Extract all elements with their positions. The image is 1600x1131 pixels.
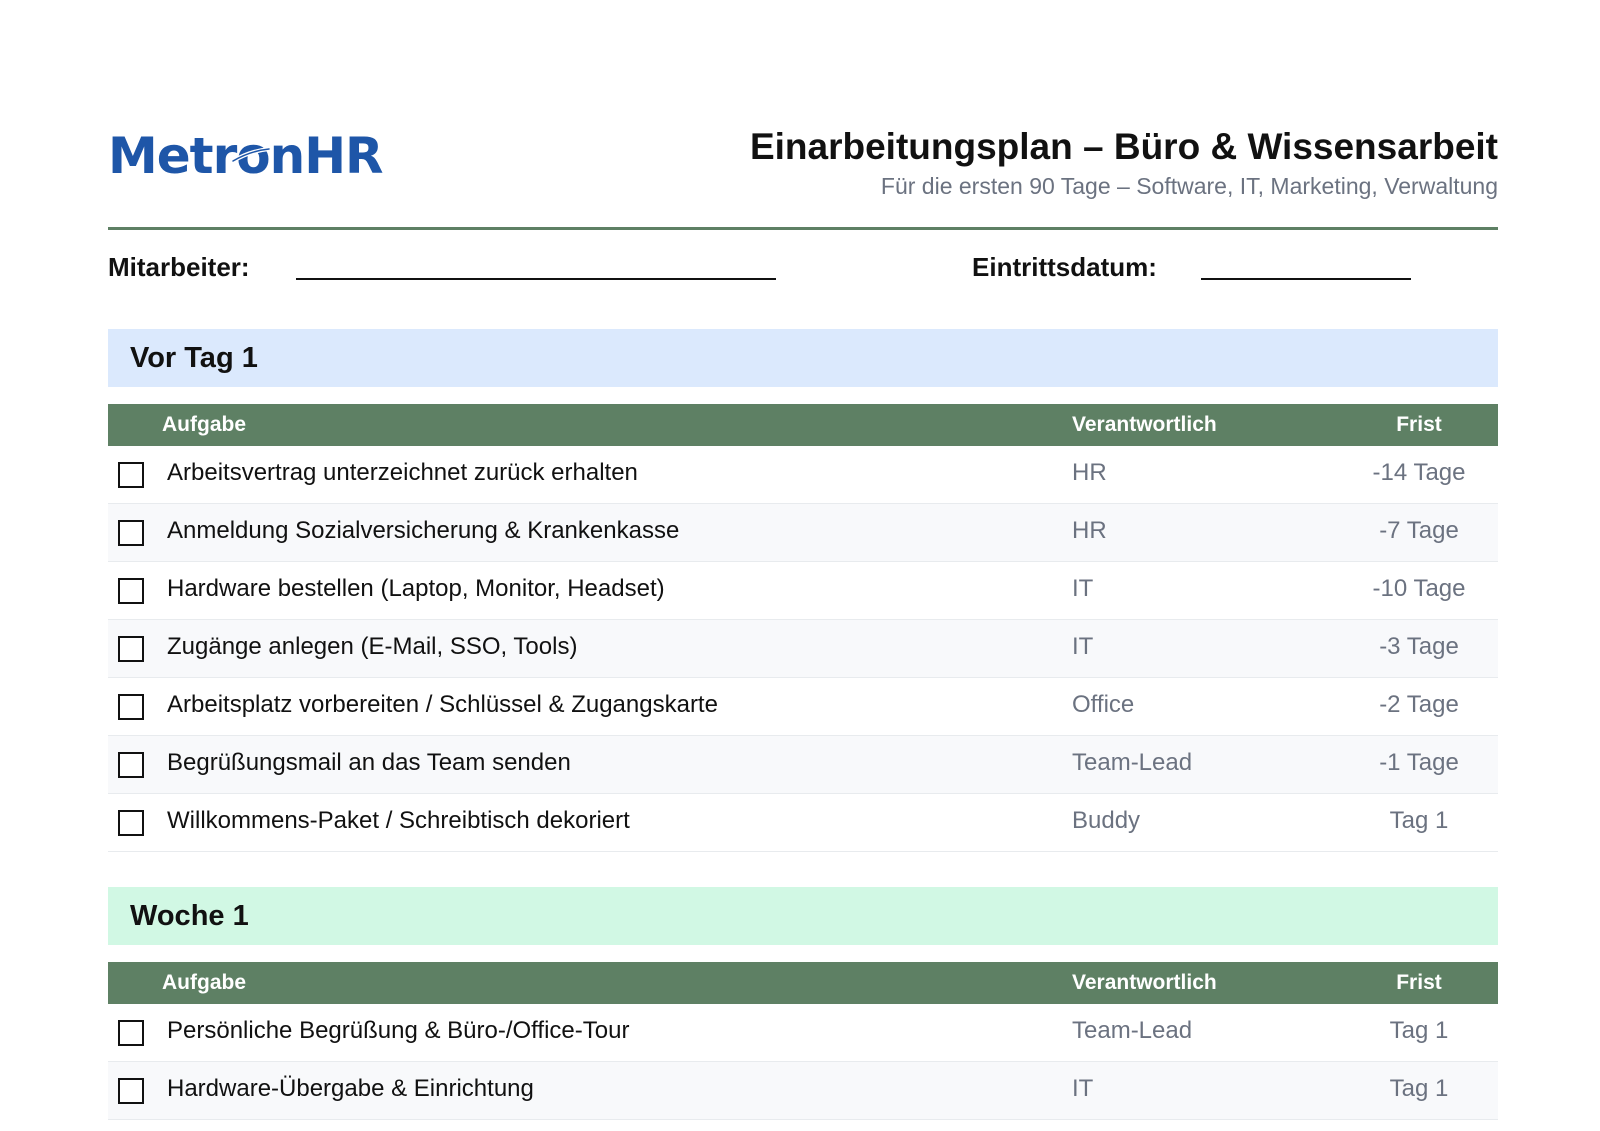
section-woche-1: Woche 1 Aufgabe Verantwortlich Frist Per… [108,887,1498,1120]
task-checkbox[interactable] [118,694,144,720]
section-vor-tag-1: Vor Tag 1 Aufgabe Verantwortlich Frist A… [108,329,1498,852]
task-checkbox[interactable] [118,752,144,778]
responsible-text: IT [1072,575,1094,602]
table-row: Hardware-Übergabe & Einrichtung IT Tag 1 [108,1062,1498,1120]
task-text: Zugänge anlegen (E-Mail, SSO, Tools) [167,633,578,660]
table-row: Persönliche Begrüßung & Büro-/Office-Tou… [108,1004,1498,1062]
start-date-label: Eintrittsdatum: [972,252,1157,282]
logo-o-with-swoosh: o [232,127,271,185]
logo-text-part-1: Metr [108,127,237,185]
employee-name-line[interactable] [296,278,776,280]
responsible-text: HR [1072,459,1107,486]
responsible-text: IT [1072,1075,1094,1102]
responsible-text: Office [1072,691,1135,718]
task-text: Persönliche Begrüßung & Büro-/Office-Tou… [167,1017,630,1044]
task-text: Arbeitsplatz vorbereiten / Schlüssel & Z… [167,691,718,718]
due-text: -3 Tage [1379,633,1459,660]
header-divider [108,227,1498,230]
table-header: Aufgabe Verantwortlich Frist [108,404,1498,446]
employee-label: Mitarbeiter: [108,252,250,282]
task-checkbox[interactable] [118,636,144,662]
task-checkbox[interactable] [118,810,144,836]
due-text: -2 Tage [1379,691,1459,718]
column-header-responsible: Verantwortlich [1072,971,1217,994]
column-header-responsible: Verantwortlich [1072,413,1217,436]
section-title: Vor Tag 1 [108,329,1498,387]
due-text: -14 Tage [1372,459,1466,486]
due-text: -10 Tage [1372,575,1466,602]
document-title: Einarbeitungsplan – Büro & Wissensarbeit [749,126,1498,167]
document-page: Metr o nHR Einarbeitungsplan – Büro & Wiss… [108,0,1498,1131]
task-text: Willkommens-Paket / Schreibtisch dekorie… [167,807,630,834]
task-text: Arbeitsvertrag unterzeichnet zurück erha… [167,459,638,486]
start-date-line[interactable] [1201,278,1411,280]
table-row: Arbeitsplatz vorbereiten / Schlüssel & Z… [108,678,1498,736]
logo-text-part-2: nHR [269,127,384,185]
due-text: -1 Tage [1379,749,1459,776]
task-text: Begrüßungsmail an das Team senden [167,749,571,776]
task-checkbox[interactable] [118,1020,144,1046]
due-text: -7 Tage [1379,517,1459,544]
section-title: Woche 1 [108,887,1498,945]
task-text: Hardware-Übergabe & Einrichtung [167,1075,534,1102]
column-header-due: Frist [1396,413,1442,436]
table-row: Arbeitsvertrag unterzeichnet zurück erha… [108,446,1498,504]
task-checkbox[interactable] [118,462,144,488]
due-text: Tag 1 [1389,1017,1449,1044]
logo-swoosh-icon [232,147,271,163]
due-text: Tag 1 [1389,807,1449,834]
task-text: Hardware bestellen (Laptop, Monitor, Hea… [167,575,665,602]
responsible-text: HR [1072,517,1107,544]
table-row: Hardware bestellen (Laptop, Monitor, Hea… [108,562,1498,620]
employee-fields: Mitarbeiter: Eintrittsdatum: [108,248,1498,288]
table-row: Zugänge anlegen (E-Mail, SSO, Tools) IT … [108,620,1498,678]
table-row: Willkommens-Paket / Schreibtisch dekorie… [108,794,1498,852]
table-row: Anmeldung Sozialversicherung & Krankenka… [108,504,1498,562]
column-header-due: Frist [1396,971,1442,994]
task-checkbox[interactable] [118,578,144,604]
responsible-text: Team-Lead [1072,749,1193,776]
task-text: Anmeldung Sozialversicherung & Krankenka… [167,517,680,544]
column-header-task: Aufgabe [162,413,246,436]
metronhr-logo: Metr o nHR [108,126,384,186]
table-header: Aufgabe Verantwortlich Frist [108,962,1498,1004]
due-text: Tag 1 [1389,1075,1449,1102]
table-row: Begrüßungsmail an das Team senden Team-L… [108,736,1498,794]
responsible-text: Buddy [1072,807,1141,834]
responsible-text: Team-Lead [1072,1017,1193,1044]
task-checkbox[interactable] [118,1078,144,1104]
task-checkbox[interactable] [118,520,144,546]
column-header-task: Aufgabe [162,971,246,994]
document-header: Metr o nHR Einarbeitungsplan – Büro & Wiss… [108,120,1498,230]
document-subtitle: Für die ersten 90 Tage – Software, IT, M… [880,173,1498,199]
responsible-text: IT [1072,633,1094,660]
